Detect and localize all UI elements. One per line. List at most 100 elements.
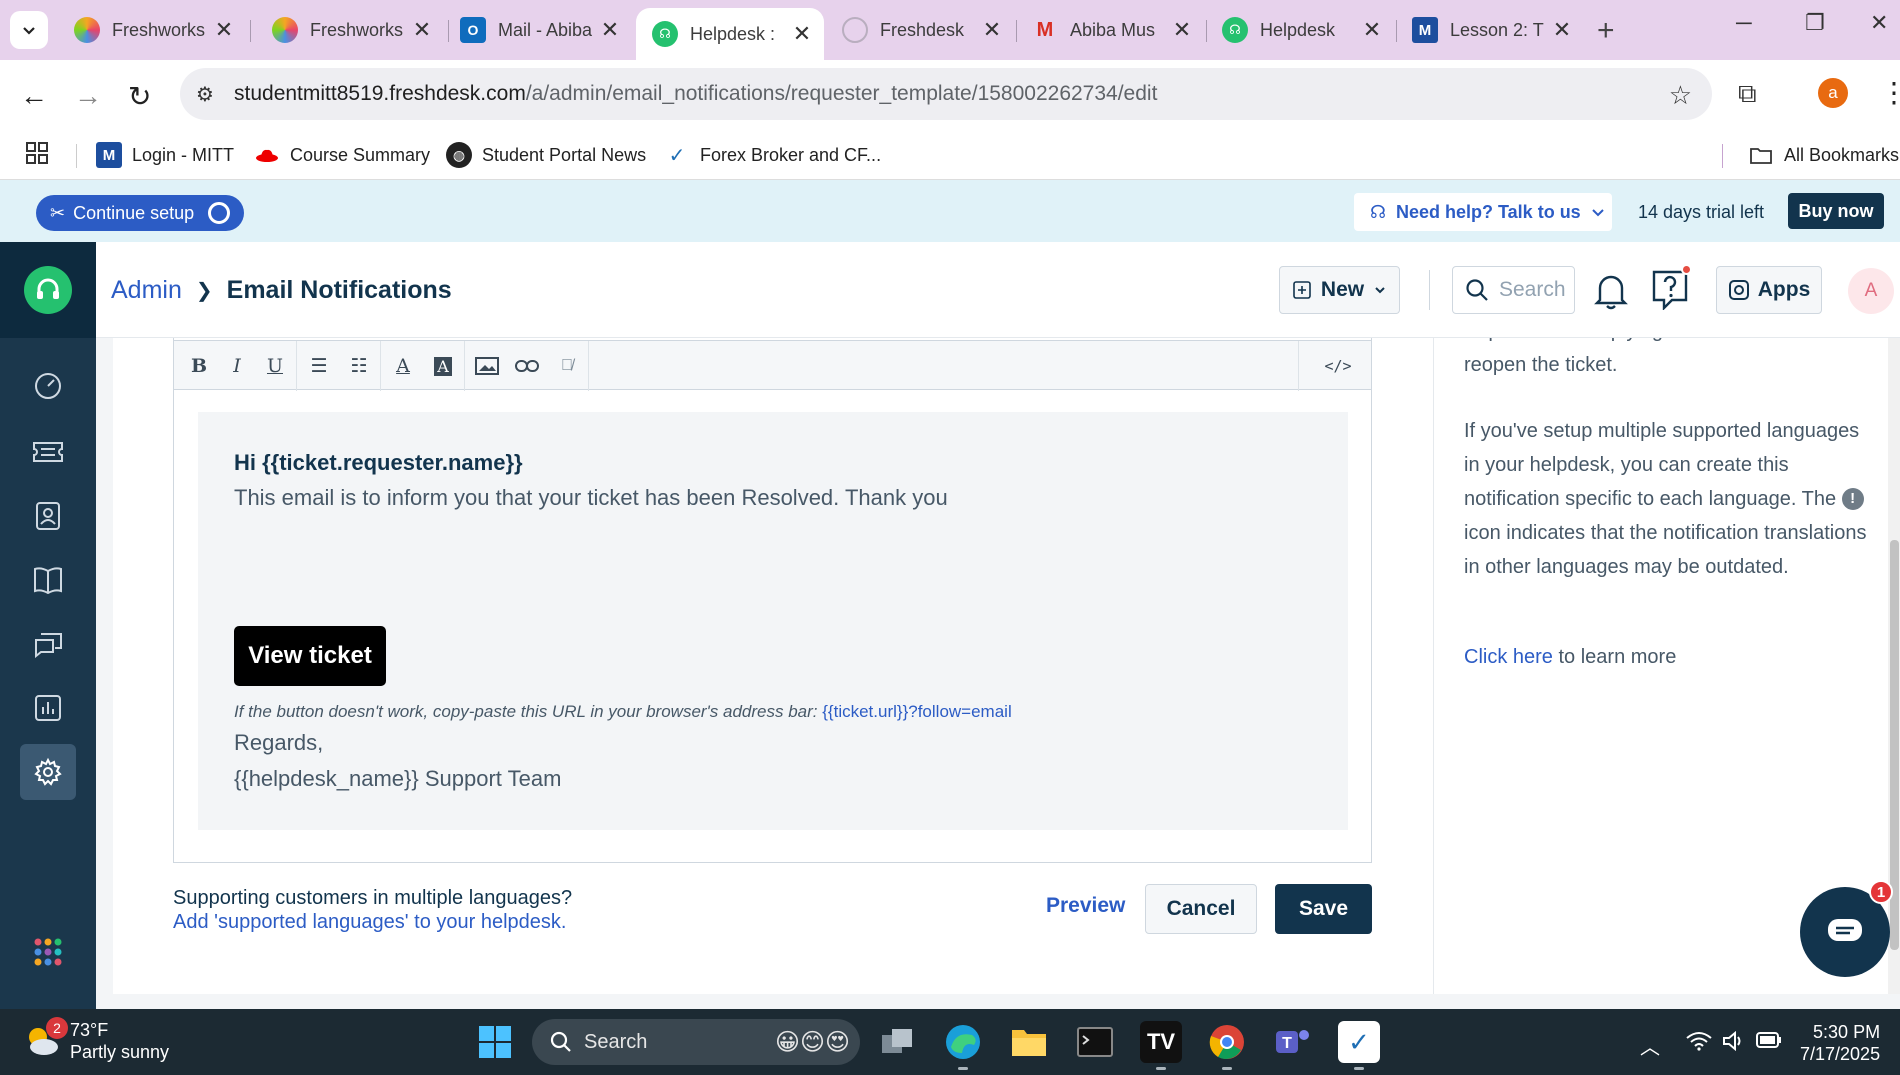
reports-icon[interactable]: [20, 680, 76, 736]
close-icon[interactable]: ✕: [1170, 17, 1194, 43]
bookmark-course-summary[interactable]: Course Summary: [254, 142, 430, 168]
close-icon[interactable]: ✕: [212, 17, 236, 43]
product-switcher-icon[interactable]: [20, 924, 76, 980]
edge-browser-icon[interactable]: [942, 1021, 984, 1063]
dashboard-icon[interactable]: [20, 358, 76, 414]
profile-avatar[interactable]: a: [1818, 78, 1848, 108]
close-icon[interactable]: ✕: [410, 17, 434, 43]
italic-icon[interactable]: I: [220, 349, 254, 383]
add-languages-link[interactable]: Add 'supported languages' to your helpde…: [173, 911, 566, 934]
insert-image-icon[interactable]: [470, 349, 504, 383]
extensions-icon[interactable]: ⧉: [1738, 78, 1757, 110]
font-color-icon[interactable]: A: [386, 349, 420, 383]
close-icon[interactable]: ✕: [1550, 17, 1574, 43]
all-bookmarks[interactable]: All Bookmarks: [1748, 142, 1899, 168]
url-text[interactable]: studentmitt8519.freshdesk.com/a/admin/em…: [234, 82, 1157, 106]
file-explorer-icon[interactable]: [1008, 1021, 1050, 1063]
chrome-icon[interactable]: [1206, 1021, 1248, 1063]
omnibox[interactable]: ⚙ studentmitt8519.freshdesk.com/a/admin/…: [180, 68, 1712, 120]
close-icon[interactable]: ✕: [598, 17, 622, 43]
close-window-icon[interactable]: ✕: [1870, 10, 1888, 36]
freshworks-icon: [272, 17, 298, 43]
global-search-input[interactable]: Search: [1452, 266, 1575, 314]
new-button[interactable]: New: [1279, 266, 1400, 314]
underline-icon[interactable]: U: [258, 349, 292, 383]
wifi-icon[interactable]: [1686, 1031, 1712, 1057]
tickets-icon[interactable]: [20, 424, 76, 480]
browser-tab[interactable]: Freshworks ✕: [58, 8, 246, 52]
forward-icon[interactable]: →: [74, 80, 102, 112]
insert-link-icon[interactable]: [510, 349, 544, 383]
ticket-url-link[interactable]: {{ticket.url}}?follow=email: [822, 702, 1011, 721]
bookmark-forex[interactable]: ✓ Forex Broker and CF...: [664, 142, 881, 168]
notifications-bell-icon[interactable]: [1594, 270, 1628, 315]
browser-tab[interactable]: M Abiba Mus ✕: [1016, 8, 1204, 52]
bookmark-student-portal[interactable]: ◍ Student Portal News: [446, 142, 646, 168]
new-tab-icon[interactable]: +: [1597, 14, 1615, 48]
browser-tab[interactable]: O Mail - Abiba ✕: [444, 8, 632, 52]
bookmark-star-icon[interactable]: ☆: [1669, 80, 1692, 111]
notification-editor-panel: B I U ☰ ☷ A A Ⓐ̸ </> Hi {{ticket.request…: [113, 338, 1433, 994]
forums-icon[interactable]: [20, 616, 76, 672]
browser-menu-icon[interactable]: ⋮: [1880, 76, 1900, 109]
bullet-list-icon[interactable]: ☰: [302, 349, 336, 383]
minimize-icon[interactable]: ─: [1736, 10, 1752, 36]
apps-grid-icon[interactable]: [26, 142, 48, 164]
windows-start-icon[interactable]: [474, 1021, 516, 1063]
forex-app-icon[interactable]: ✓: [1338, 1021, 1380, 1063]
browser-tab[interactable]: M Lesson 2: T ✕: [1396, 8, 1584, 52]
buy-now-button[interactable]: Buy now: [1788, 193, 1884, 229]
click-here-link[interactable]: Click here: [1464, 646, 1553, 668]
back-icon[interactable]: ←: [20, 80, 48, 112]
teams-icon[interactable]: T: [1272, 1021, 1314, 1063]
browser-tab[interactable]: ☊ Helpdesk ✕: [1206, 8, 1394, 52]
site-info-icon[interactable]: ⚙: [196, 82, 226, 107]
terminal-icon[interactable]: [1074, 1021, 1116, 1063]
close-icon[interactable]: ✕: [790, 21, 814, 47]
admin-settings-icon[interactable]: [20, 744, 76, 800]
battery-icon[interactable]: [1756, 1031, 1782, 1054]
browser-tab[interactable]: Freshdesk ✕: [826, 8, 1014, 52]
tradingview-icon[interactable]: TV: [1140, 1021, 1182, 1063]
outdated-info-icon: !: [1841, 488, 1864, 510]
reload-icon[interactable]: ↻: [128, 80, 151, 113]
restore-icon[interactable]: ❐: [1805, 10, 1825, 36]
cancel-button[interactable]: Cancel: [1145, 884, 1257, 934]
show-hidden-icons[interactable]: ︿: [1640, 1031, 1660, 1060]
redhat-icon: [254, 142, 280, 168]
apps-button[interactable]: Apps: [1716, 266, 1822, 314]
help-text-reopen: reopen the ticket.: [1464, 354, 1618, 376]
close-icon[interactable]: ✕: [980, 17, 1004, 43]
folder-icon: [1748, 142, 1774, 168]
continue-setup-button[interactable]: ✂ Continue setup: [36, 195, 245, 231]
email-body[interactable]: Hi {{ticket.requester.name}} This email …: [198, 412, 1348, 830]
bookmark-login-mitt[interactable]: M Login - MITT: [96, 142, 234, 168]
need-help-button[interactable]: ☊ Need help? Talk to us: [1354, 193, 1612, 231]
preview-link[interactable]: Preview: [1046, 894, 1125, 918]
help-icon[interactable]: [1650, 264, 1692, 315]
knowledge-base-icon[interactable]: [20, 552, 76, 608]
task-view-icon[interactable]: [876, 1021, 918, 1063]
taskbar-search[interactable]: Search 😀😊😍: [532, 1019, 860, 1065]
close-icon[interactable]: ✕: [1360, 17, 1384, 43]
browser-tab-active[interactable]: ☊ Helpdesk : ✕: [636, 8, 824, 60]
mitt-icon: M: [96, 142, 122, 168]
system-clock[interactable]: 5:30 PM 7/17/2025: [1800, 1021, 1880, 1065]
setup-banner: ✂ Continue setup ☊ Need help? Talk to us…: [0, 180, 1900, 242]
notification-dot: [1681, 264, 1692, 275]
clear-format-icon[interactable]: Ⓐ̸: [550, 349, 584, 383]
freshdesk-logo[interactable]: [0, 242, 96, 338]
user-avatar[interactable]: A: [1848, 268, 1894, 314]
browser-tab[interactable]: Freshworks ✕: [256, 8, 444, 52]
bold-icon[interactable]: B: [182, 349, 216, 383]
background-color-icon[interactable]: A: [426, 349, 460, 383]
view-ticket-button[interactable]: View ticket: [234, 626, 386, 686]
contacts-icon[interactable]: [20, 488, 76, 544]
code-view-icon[interactable]: </>: [1318, 349, 1358, 383]
breadcrumb-admin-link[interactable]: Admin: [111, 276, 182, 305]
tab-search-dropdown[interactable]: [10, 11, 48, 49]
weather-widget[interactable]: 2 73°F Partly sunny: [24, 1017, 169, 1063]
numbered-list-icon[interactable]: ☷: [342, 349, 376, 383]
volume-icon[interactable]: [1722, 1030, 1746, 1057]
save-button[interactable]: Save: [1275, 884, 1372, 934]
